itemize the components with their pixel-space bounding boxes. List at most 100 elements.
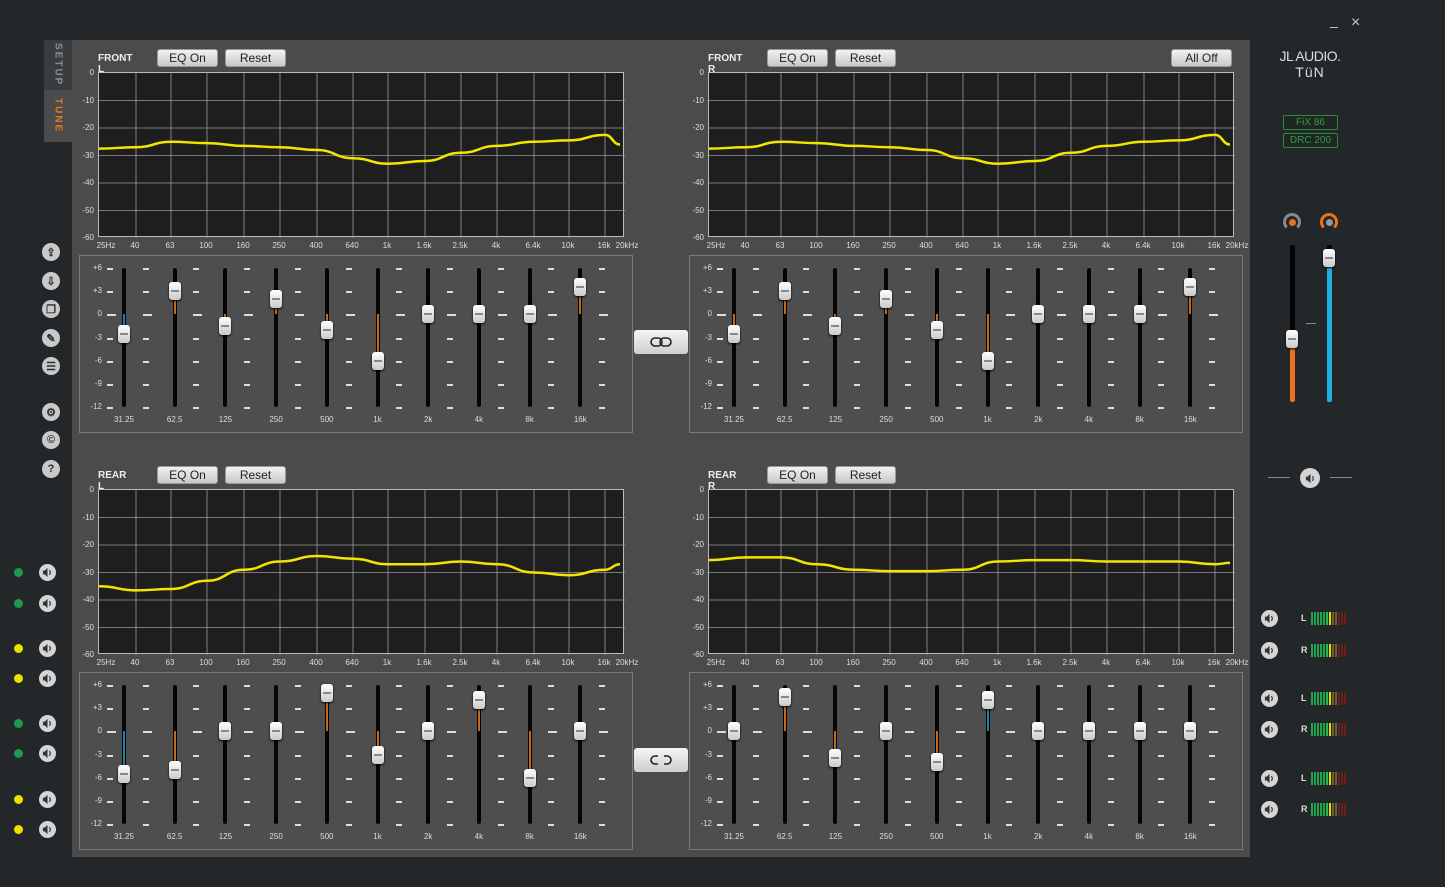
wrench-icon[interactable]: ✎	[42, 329, 60, 347]
eq-band-slider[interactable]	[578, 685, 583, 824]
reset-button[interactable]: Reset	[835, 466, 896, 484]
list-icon[interactable]: ☰	[42, 357, 60, 375]
eq-band-knob[interactable]	[118, 324, 130, 343]
eq-band-knob[interactable]	[930, 320, 943, 339]
eq-band-slider[interactable]	[1086, 268, 1091, 407]
link-rear-button[interactable]	[634, 748, 688, 772]
eq-band-knob[interactable]	[472, 305, 485, 324]
gear-icon[interactable]: ⚙	[42, 403, 60, 421]
eq-band-knob[interactable]	[320, 320, 333, 339]
right-master-fader[interactable]	[1327, 245, 1332, 402]
close-button[interactable]: ×	[1351, 14, 1360, 32]
eq-band-knob[interactable]	[118, 764, 130, 783]
master-fader-knob[interactable]	[1323, 248, 1335, 267]
device-badge-drc200[interactable]: DRC 200	[1283, 133, 1338, 148]
eq-band-slider[interactable]	[223, 685, 228, 824]
eq-band-slider[interactable]	[476, 268, 481, 407]
eq-band-knob[interactable]	[829, 316, 842, 335]
eq-band-knob[interactable]	[523, 305, 536, 324]
eq-band-knob[interactable]	[168, 760, 181, 779]
eq-band-slider[interactable]	[274, 685, 279, 824]
eq-band-knob[interactable]	[574, 278, 587, 297]
eq-band-knob[interactable]	[168, 282, 181, 301]
eq-band-knob[interactable]	[1184, 722, 1197, 741]
reset-button[interactable]: Reset	[225, 49, 286, 67]
left-master-fader[interactable]	[1290, 245, 1295, 402]
all-off-button[interactable]: All Off	[1171, 49, 1232, 67]
eq-band-knob[interactable]	[320, 683, 333, 702]
eq-band-knob[interactable]	[1133, 305, 1146, 324]
master-mute-button[interactable]	[1300, 468, 1320, 488]
eq-band-slider[interactable]	[426, 685, 431, 824]
eq-on-button[interactable]: EQ On	[157, 466, 218, 484]
eq-band-knob[interactable]	[371, 351, 384, 370]
eq-band-slider[interactable]	[985, 268, 990, 407]
eq-band-slider[interactable]	[426, 268, 431, 407]
reset-button[interactable]: Reset	[835, 49, 896, 67]
speaker-mute-button[interactable]	[39, 670, 56, 687]
eq-band-slider[interactable]	[324, 685, 329, 824]
speaker-mute-button[interactable]	[39, 595, 56, 612]
eq-on-button[interactable]: EQ On	[157, 49, 218, 67]
left-channel-knob[interactable]	[1283, 213, 1301, 231]
eq-band-slider[interactable]	[1086, 685, 1091, 824]
copyright-icon[interactable]: ©	[42, 431, 60, 449]
output-mute-button[interactable]	[1261, 770, 1278, 787]
tab-tune[interactable]: TUNE	[44, 90, 72, 142]
minimize-button[interactable]: _	[1330, 12, 1338, 28]
upload-icon[interactable]: ⇪	[42, 243, 60, 261]
eq-band-slider[interactable]	[375, 268, 380, 407]
output-mute-button[interactable]	[1261, 610, 1278, 627]
eq-band-slider[interactable]	[884, 268, 889, 407]
speaker-mute-button[interactable]	[39, 745, 56, 762]
eq-band-slider[interactable]	[1036, 268, 1041, 407]
eq-band-knob[interactable]	[829, 749, 842, 768]
output-mute-button[interactable]	[1261, 642, 1278, 659]
speaker-mute-button[interactable]	[39, 640, 56, 657]
eq-band-knob[interactable]	[1184, 278, 1197, 297]
eq-band-knob[interactable]	[880, 289, 893, 308]
speaker-mute-button[interactable]	[39, 715, 56, 732]
copy-icon[interactable]: ❐	[42, 300, 60, 318]
eq-band-knob[interactable]	[880, 722, 893, 741]
output-mute-button[interactable]	[1261, 721, 1278, 738]
eq-band-knob[interactable]	[981, 351, 994, 370]
eq-band-slider[interactable]	[1137, 268, 1142, 407]
eq-band-knob[interactable]	[270, 289, 283, 308]
eq-band-knob[interactable]	[728, 722, 740, 741]
eq-band-slider[interactable]	[172, 685, 177, 824]
output-mute-button[interactable]	[1261, 690, 1278, 707]
reset-button[interactable]: Reset	[225, 466, 286, 484]
help-icon[interactable]: ?	[42, 460, 60, 478]
eq-band-slider[interactable]	[884, 685, 889, 824]
eq-band-slider[interactable]	[223, 268, 228, 407]
master-fader-knob[interactable]	[1286, 330, 1298, 349]
eq-band-knob[interactable]	[219, 316, 232, 335]
eq-band-knob[interactable]	[1032, 722, 1045, 741]
eq-band-knob[interactable]	[1133, 722, 1146, 741]
eq-band-slider[interactable]	[122, 685, 126, 824]
device-badge-fix86[interactable]: FiX 86	[1283, 115, 1338, 130]
eq-band-knob[interactable]	[778, 282, 791, 301]
eq-band-slider[interactable]	[527, 685, 532, 824]
eq-band-slider[interactable]	[833, 268, 838, 407]
tab-setup[interactable]: SETUP	[44, 40, 72, 90]
eq-band-slider[interactable]	[782, 685, 787, 824]
eq-band-slider[interactable]	[274, 268, 279, 407]
output-mute-button[interactable]	[1261, 801, 1278, 818]
eq-band-knob[interactable]	[523, 768, 536, 787]
eq-band-knob[interactable]	[219, 722, 232, 741]
eq-band-slider[interactable]	[1188, 685, 1193, 824]
eq-band-slider[interactable]	[1036, 685, 1041, 824]
eq-band-knob[interactable]	[422, 305, 435, 324]
eq-band-knob[interactable]	[1082, 722, 1095, 741]
eq-band-knob[interactable]	[1082, 305, 1095, 324]
link-front-button[interactable]	[634, 330, 688, 354]
speaker-mute-button[interactable]	[39, 791, 56, 808]
eq-band-knob[interactable]	[930, 753, 943, 772]
speaker-mute-button[interactable]	[39, 821, 56, 838]
eq-band-knob[interactable]	[371, 745, 384, 764]
eq-band-knob[interactable]	[422, 722, 435, 741]
speaker-mute-button[interactable]	[39, 564, 56, 581]
eq-band-slider[interactable]	[527, 268, 532, 407]
